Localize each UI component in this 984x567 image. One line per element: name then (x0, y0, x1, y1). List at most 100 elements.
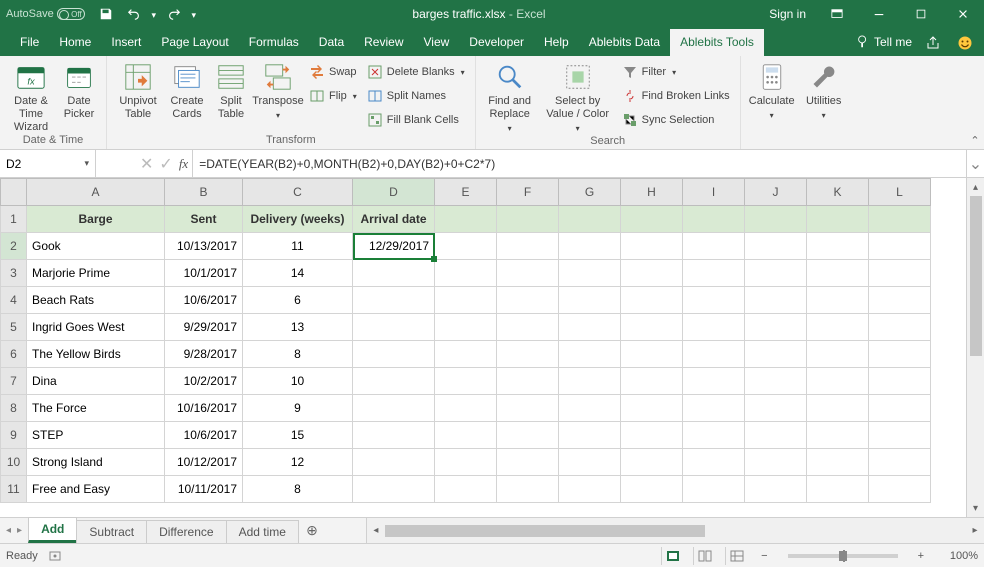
cell-A4[interactable]: Beach Rats (27, 287, 165, 314)
cell-F8[interactable] (497, 395, 559, 422)
cell-C4[interactable]: 6 (243, 287, 353, 314)
cell-J2[interactable] (745, 233, 807, 260)
cell-D7[interactable] (353, 368, 435, 395)
cell-H9[interactable] (621, 422, 683, 449)
cell-B2[interactable]: 10/13/2017 (165, 233, 243, 260)
tab-view[interactable]: View (414, 29, 460, 56)
cell-F1[interactable] (497, 206, 559, 233)
autosave-switch[interactable]: Off (57, 8, 85, 20)
cell-F3[interactable] (497, 260, 559, 287)
cell-G3[interactable] (559, 260, 621, 287)
ribbon-display-options-icon[interactable] (816, 0, 858, 28)
swap-button[interactable]: Swap (305, 61, 361, 83)
cell-L8[interactable] (869, 395, 931, 422)
cell-G8[interactable] (559, 395, 621, 422)
col-header-K[interactable]: K (807, 179, 869, 206)
cell-K4[interactable] (807, 287, 869, 314)
cell-K3[interactable] (807, 260, 869, 287)
tell-me-search[interactable]: Tell me (848, 28, 920, 56)
delete-blanks-button[interactable]: Delete Blanks▾ (363, 61, 469, 83)
cell-C10[interactable]: 12 (243, 449, 353, 476)
cell-E1[interactable] (435, 206, 497, 233)
flip-button[interactable]: Flip▾ (305, 85, 361, 107)
scroll-up-icon[interactable]: ▴ (967, 178, 984, 196)
cell-D1[interactable]: Arrival date (353, 206, 435, 233)
cell-D6[interactable] (353, 341, 435, 368)
cell-I7[interactable] (683, 368, 745, 395)
row-header-3[interactable]: 3 (1, 260, 27, 287)
tab-insert[interactable]: Insert (101, 29, 151, 56)
cell-A9[interactable]: STEP (27, 422, 165, 449)
tab-file[interactable]: File (10, 29, 49, 56)
tab-ablebits-data[interactable]: Ablebits Data (579, 29, 670, 56)
cell-F11[interactable] (497, 476, 559, 503)
scroll-left-icon[interactable]: ◂ (367, 525, 385, 536)
cell-C2[interactable]: 11 (243, 233, 353, 260)
cell-I4[interactable] (683, 287, 745, 314)
tab-page-layout[interactable]: Page Layout (151, 29, 238, 56)
cell-E3[interactable] (435, 260, 497, 287)
cell-I6[interactable] (683, 341, 745, 368)
cell-D3[interactable] (353, 260, 435, 287)
cell-L5[interactable] (869, 314, 931, 341)
cell-B11[interactable]: 10/11/2017 (165, 476, 243, 503)
cell-K2[interactable] (807, 233, 869, 260)
col-header-B[interactable]: B (165, 179, 243, 206)
row-header-11[interactable]: 11 (1, 476, 27, 503)
redo-icon[interactable] (161, 2, 187, 26)
cell-D2[interactable]: 12/29/2017 (353, 233, 435, 260)
cell-K10[interactable] (807, 449, 869, 476)
chevron-down-icon[interactable]: ▾ (84, 158, 89, 169)
utilities-button[interactable]: Utilities▾ (799, 59, 849, 122)
sheet-nav-next-icon[interactable]: ▸ (17, 525, 22, 536)
col-header-H[interactable]: H (621, 179, 683, 206)
find-broken-links-button[interactable]: Find Broken Links (618, 85, 734, 107)
cell-G11[interactable] (559, 476, 621, 503)
cell-L10[interactable] (869, 449, 931, 476)
date-time-wizard-button[interactable]: fx Date & Time Wizard (6, 59, 56, 134)
cell-G2[interactable] (559, 233, 621, 260)
col-header-L[interactable]: L (869, 179, 931, 206)
sheet-tab-add[interactable]: Add (28, 517, 77, 543)
collapse-ribbon-icon[interactable]: ⌃ (966, 132, 984, 149)
horizontal-scrollbar[interactable]: ◂ ▸ (366, 518, 984, 543)
row-header-4[interactable]: 4 (1, 287, 27, 314)
sheet-tab-subtract[interactable]: Subtract (76, 520, 147, 543)
view-page-layout-icon[interactable] (693, 547, 715, 565)
cell-J5[interactable] (745, 314, 807, 341)
sheet-nav-prev-icon[interactable]: ◂ (6, 525, 11, 536)
zoom-out-icon[interactable]: − (757, 550, 771, 562)
zoom-thumb[interactable] (839, 551, 847, 561)
cell-F9[interactable] (497, 422, 559, 449)
cancel-formula-icon[interactable]: ✕ (140, 154, 153, 174)
cell-J3[interactable] (745, 260, 807, 287)
cell-E11[interactable] (435, 476, 497, 503)
vertical-scrollbar[interactable]: ▴ ▾ (966, 178, 984, 517)
cell-C5[interactable]: 13 (243, 314, 353, 341)
cell-E5[interactable] (435, 314, 497, 341)
cell-E8[interactable] (435, 395, 497, 422)
unpivot-button[interactable]: Unpivot Table (113, 59, 163, 121)
zoom-in-icon[interactable]: + (914, 550, 928, 562)
sheet-tab-difference[interactable]: Difference (146, 520, 226, 543)
cell-H8[interactable] (621, 395, 683, 422)
cell-G10[interactable] (559, 449, 621, 476)
cell-D11[interactable] (353, 476, 435, 503)
cell-B10[interactable]: 10/12/2017 (165, 449, 243, 476)
cell-J4[interactable] (745, 287, 807, 314)
cell-A11[interactable]: Free and Easy (27, 476, 165, 503)
scroll-down-icon[interactable]: ▾ (967, 499, 984, 517)
cell-B7[interactable]: 10/2/2017 (165, 368, 243, 395)
view-page-break-icon[interactable] (725, 547, 747, 565)
cell-D5[interactable] (353, 314, 435, 341)
cell-L4[interactable] (869, 287, 931, 314)
insert-function-icon[interactable]: fx (179, 156, 188, 172)
cell-B9[interactable]: 10/6/2017 (165, 422, 243, 449)
cell-B1[interactable]: Sent (165, 206, 243, 233)
cell-I9[interactable] (683, 422, 745, 449)
cell-A7[interactable]: Dina (27, 368, 165, 395)
vscroll-thumb[interactable] (970, 196, 982, 356)
cell-B6[interactable]: 9/28/2017 (165, 341, 243, 368)
cell-F10[interactable] (497, 449, 559, 476)
scroll-right-icon[interactable]: ▸ (966, 525, 984, 536)
